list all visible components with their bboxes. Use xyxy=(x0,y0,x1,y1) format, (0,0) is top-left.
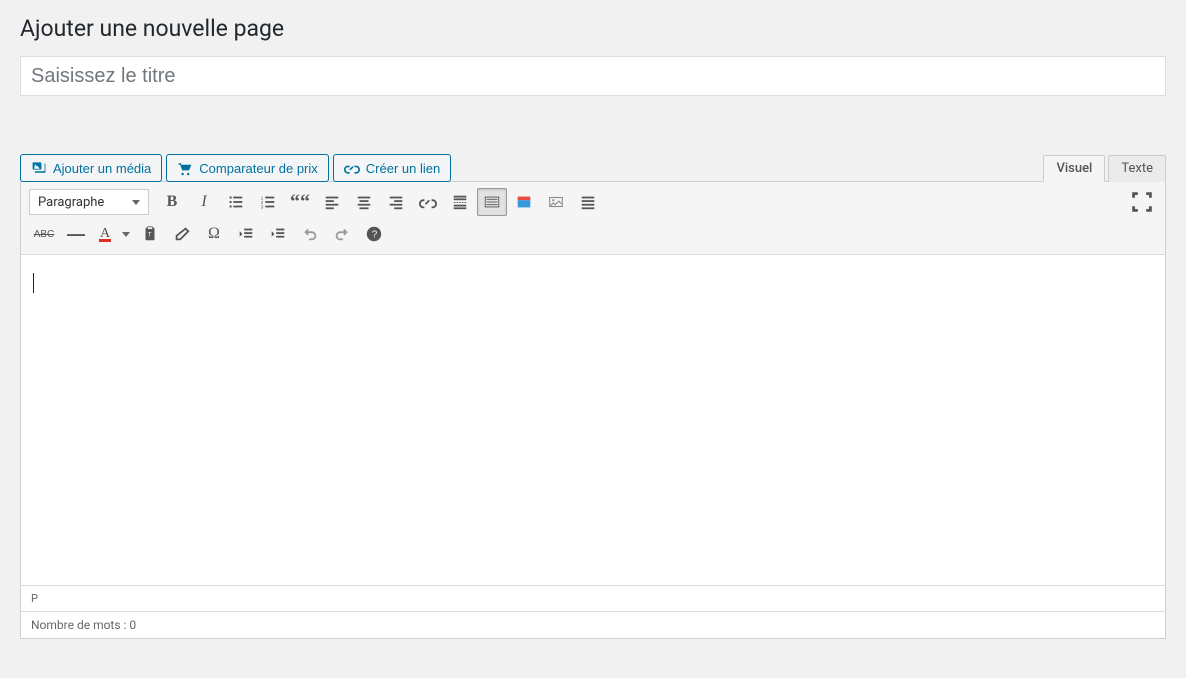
editor-container: Paragraphe B I 123 ““ xyxy=(20,181,1166,639)
svg-text:?: ? xyxy=(372,230,378,241)
create-link-label: Créer un lien xyxy=(366,161,440,176)
italic-button[interactable]: I xyxy=(189,188,219,216)
text-color-swatch xyxy=(99,239,111,242)
text-cursor xyxy=(33,273,34,293)
blockquote-button[interactable]: ““ xyxy=(285,188,315,216)
paste-text-button[interactable]: T xyxy=(135,220,165,248)
add-media-label: Ajouter un média xyxy=(53,161,151,176)
insert-table-color-button[interactable] xyxy=(509,188,539,216)
justify-icon xyxy=(579,193,597,211)
insert-image-button[interactable] xyxy=(541,188,571,216)
text-color-dropdown[interactable] xyxy=(119,220,133,248)
editor-body[interactable] xyxy=(21,255,1165,585)
media-icon xyxy=(31,160,47,176)
tab-text[interactable]: Texte xyxy=(1108,155,1166,182)
eraser-icon xyxy=(173,225,191,243)
fullscreen-icon xyxy=(1128,188,1156,216)
page-heading: Ajouter une nouvelle page xyxy=(20,15,1166,42)
link-icon xyxy=(344,160,360,176)
chevron-down-icon xyxy=(132,200,140,205)
horizontal-rule-button[interactable]: — xyxy=(61,220,91,248)
read-more-icon xyxy=(451,193,469,211)
word-count: Nombre de mots : 0 xyxy=(21,612,1165,638)
align-left-icon xyxy=(323,193,341,211)
insert-link-button[interactable] xyxy=(413,188,443,216)
format-select[interactable]: Paragraphe xyxy=(29,189,149,215)
text-color-button[interactable]: A xyxy=(93,220,117,248)
link-icon xyxy=(419,193,437,211)
align-right-icon xyxy=(387,193,405,211)
keyboard-icon xyxy=(483,193,501,211)
image-icon xyxy=(547,193,565,211)
svg-text:T: T xyxy=(148,232,152,239)
ordered-list-button[interactable]: 123 xyxy=(253,188,283,216)
align-left-button[interactable] xyxy=(317,188,347,216)
toolbar-toggle-button[interactable] xyxy=(477,188,507,216)
help-button[interactable]: ? xyxy=(359,220,389,248)
title-input[interactable] xyxy=(20,56,1166,96)
help-icon: ? xyxy=(365,225,383,243)
outdent-button[interactable] xyxy=(231,220,261,248)
redo-icon xyxy=(333,225,351,243)
undo-icon xyxy=(301,225,319,243)
svg-text:3: 3 xyxy=(261,204,264,209)
create-link-button[interactable]: Créer un lien xyxy=(333,154,451,182)
outdent-icon xyxy=(237,225,255,243)
align-center-button[interactable] xyxy=(349,188,379,216)
cart-icon xyxy=(177,160,193,176)
unordered-list-button[interactable] xyxy=(221,188,251,216)
align-right-button[interactable] xyxy=(381,188,411,216)
list-ul-icon xyxy=(227,193,245,211)
indent-icon xyxy=(269,225,287,243)
bold-button[interactable]: B xyxy=(157,188,187,216)
clear-format-button[interactable] xyxy=(167,220,197,248)
list-ol-icon: 123 xyxy=(259,193,277,211)
format-select-label: Paragraphe xyxy=(38,195,104,210)
price-compare-label: Comparateur de prix xyxy=(199,161,318,176)
table-color-icon xyxy=(515,193,533,211)
add-media-button[interactable]: Ajouter un média xyxy=(20,154,162,182)
strikethrough-button[interactable]: ABC xyxy=(29,220,59,248)
clipboard-icon: T xyxy=(141,225,159,243)
element-path: p xyxy=(21,586,1165,612)
indent-button[interactable] xyxy=(263,220,293,248)
special-char-button[interactable]: Ω xyxy=(199,220,229,248)
undo-button[interactable] xyxy=(295,220,325,248)
justify-button[interactable] xyxy=(573,188,603,216)
price-compare-button[interactable]: Comparateur de prix xyxy=(166,154,329,182)
tab-visual[interactable]: Visuel xyxy=(1043,155,1105,182)
chevron-down-icon xyxy=(122,232,130,237)
redo-button[interactable] xyxy=(327,220,357,248)
align-center-icon xyxy=(355,193,373,211)
fullscreen-button[interactable] xyxy=(1127,188,1157,216)
editor-toolbar: Paragraphe B I 123 ““ xyxy=(21,182,1165,255)
read-more-button[interactable] xyxy=(445,188,475,216)
